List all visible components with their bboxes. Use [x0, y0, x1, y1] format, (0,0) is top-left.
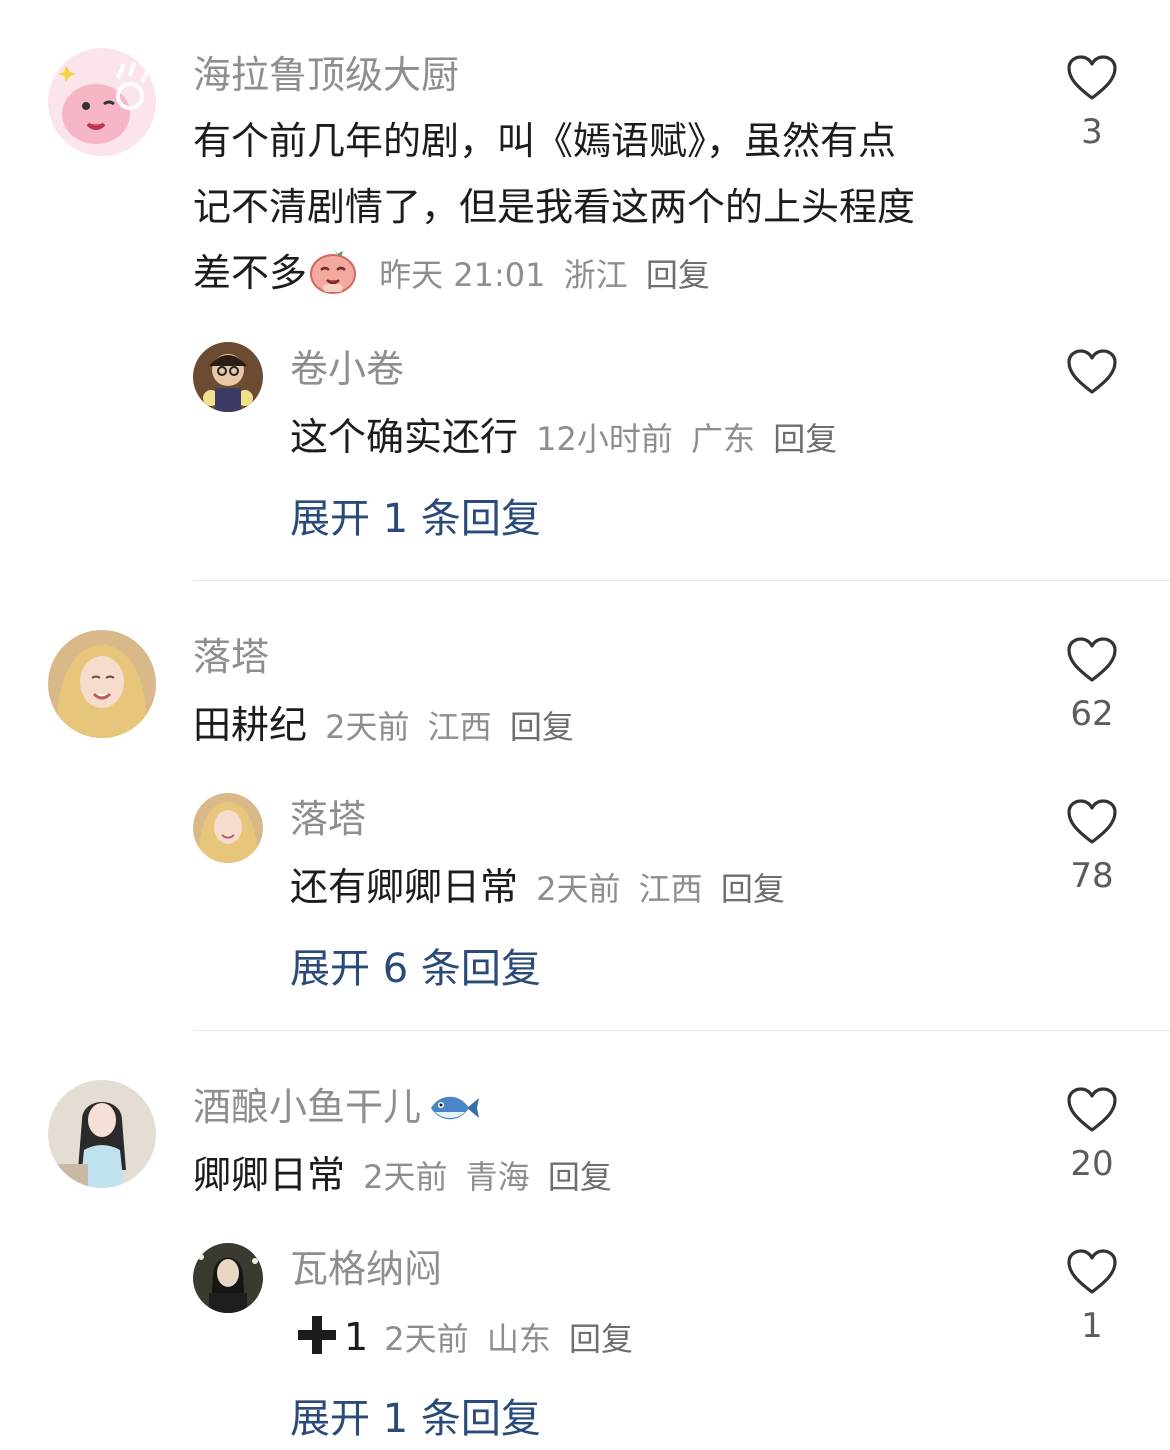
- comment-text-line: 有个前几年的剧，叫《嫣语赋》，虽然有点: [193, 119, 897, 163]
- avatar-image: [48, 48, 156, 156]
- avatar-image: [193, 1243, 263, 1313]
- like-count: 1: [1081, 1306, 1103, 1346]
- avatar-user-2[interactable]: [48, 630, 156, 738]
- avatar-user-3[interactable]: [48, 1080, 156, 1188]
- comment-time: 昨天 21:01: [379, 256, 546, 294]
- reply-button[interactable]: 回复: [773, 420, 837, 458]
- reply-text: 还有卿卿日常: [290, 865, 519, 909]
- comment-line: 田耕纪 2天前 江西 回复: [193, 700, 574, 752]
- reply-button[interactable]: 回复: [646, 256, 710, 294]
- comment-location: 浙江: [563, 256, 628, 294]
- avatar-image: [193, 342, 263, 412]
- reply-username[interactable]: 卷小卷: [290, 346, 404, 392]
- comment-text: 田耕纪: [193, 703, 308, 747]
- avatar-image: [48, 630, 156, 738]
- comment-username[interactable]: 落塔: [193, 634, 269, 680]
- comment-text-line: 差不多 昨天 21:01 浙江 回复: [193, 240, 1033, 316]
- comment-location: 江西: [427, 708, 492, 746]
- reply-location: 广东: [691, 420, 756, 458]
- like-button[interactable]: 78: [1062, 798, 1122, 898]
- divider: [193, 1030, 1170, 1031]
- divider: [193, 580, 1170, 581]
- reply-meta: 2天前 江西 回复: [536, 870, 785, 908]
- reply-time: 12小时前: [536, 420, 673, 458]
- comment-meta: 昨天 21:01 浙江 回复: [379, 256, 710, 294]
- like-button[interactable]: 20: [1062, 1086, 1122, 1186]
- comment-location: 青海: [465, 1158, 530, 1196]
- like-count: 3: [1081, 112, 1103, 152]
- reply-text: 1: [344, 1315, 369, 1359]
- comment-time: 2天前: [325, 708, 410, 746]
- heart-outline-icon: [1067, 799, 1117, 844]
- comment-username-text: 酒酿小鱼干儿: [193, 1085, 422, 1129]
- reply-line: 还有卿卿日常 2天前 江西 回复: [290, 862, 785, 914]
- reply-line: 1 2天前 山东 回复: [296, 1312, 633, 1368]
- heart-outline-icon: [1067, 637, 1117, 682]
- blush-emoji-icon: [307, 244, 359, 316]
- comment-username[interactable]: 海拉鲁顶级大厨: [193, 52, 459, 98]
- comment-username[interactable]: 酒酿小鱼干儿: [193, 1084, 480, 1136]
- expand-replies-link[interactable]: 展开 1 条回复: [290, 493, 541, 545]
- reply-button[interactable]: 回复: [510, 708, 574, 746]
- like-count: 62: [1070, 694, 1114, 734]
- avatar-reply-user[interactable]: [193, 342, 263, 412]
- comment-text-line: 记不清剧情了，但是我看这两个的上头程度: [193, 185, 916, 229]
- like-button[interactable]: 1: [1062, 1248, 1122, 1348]
- avatar-image: [193, 793, 263, 863]
- heart-outline-icon: [1067, 1249, 1117, 1294]
- comment-text-tail: 差不多: [193, 251, 308, 295]
- reply-location: 江西: [638, 870, 703, 908]
- reply-button[interactable]: 回复: [548, 1158, 612, 1196]
- comment-line: 卿卿日常 2天前 青海 回复: [193, 1150, 612, 1202]
- expand-replies-link[interactable]: 展开 6 条回复: [290, 943, 541, 995]
- comment-meta: 2天前 青海 回复: [363, 1158, 612, 1196]
- comment-meta: 2天前 江西 回复: [325, 708, 574, 746]
- heart-outline-icon: [1067, 349, 1117, 394]
- like-count: 20: [1070, 1144, 1114, 1184]
- reply-meta: 12小时前 广东 回复: [536, 420, 837, 458]
- expand-replies-link[interactable]: 展开 1 条回复: [290, 1393, 541, 1445]
- reply-meta: 2天前 山东 回复: [384, 1320, 633, 1358]
- plus-icon: [296, 1314, 338, 1368]
- reply-text: 这个确实还行: [290, 415, 519, 459]
- reply-button[interactable]: 回复: [569, 1320, 633, 1358]
- heart-outline-icon: [1067, 55, 1117, 100]
- reply-location: 山东: [486, 1320, 551, 1358]
- like-count: 78: [1070, 856, 1114, 896]
- comment-time: 2天前: [363, 1158, 448, 1196]
- reply-line: 这个确实还行 12小时前 广东 回复: [290, 412, 837, 464]
- avatar-reply-user[interactable]: [193, 793, 263, 863]
- reply-time: 2天前: [536, 870, 621, 908]
- avatar-reply-user[interactable]: [193, 1243, 263, 1313]
- reply-username[interactable]: 瓦格纳闷: [290, 1246, 442, 1292]
- reply-button[interactable]: 回复: [721, 870, 785, 908]
- fish-emoji-icon: [427, 1090, 480, 1136]
- like-button[interactable]: 62: [1062, 636, 1122, 736]
- comment-text: 卿卿日常: [193, 1153, 346, 1197]
- reply-time: 2天前: [384, 1320, 469, 1358]
- like-button[interactable]: 3: [1062, 54, 1122, 154]
- avatar-image: [48, 1080, 156, 1188]
- avatar-user-1[interactable]: [48, 48, 156, 156]
- comment-text: 有个前几年的剧，叫《嫣语赋》，虽然有点 记不清剧情了，但是我看这两个的上头程度 …: [193, 108, 1033, 316]
- heart-outline-icon: [1067, 1087, 1117, 1132]
- like-button[interactable]: [1062, 348, 1122, 396]
- reply-username[interactable]: 落塔: [290, 796, 366, 842]
